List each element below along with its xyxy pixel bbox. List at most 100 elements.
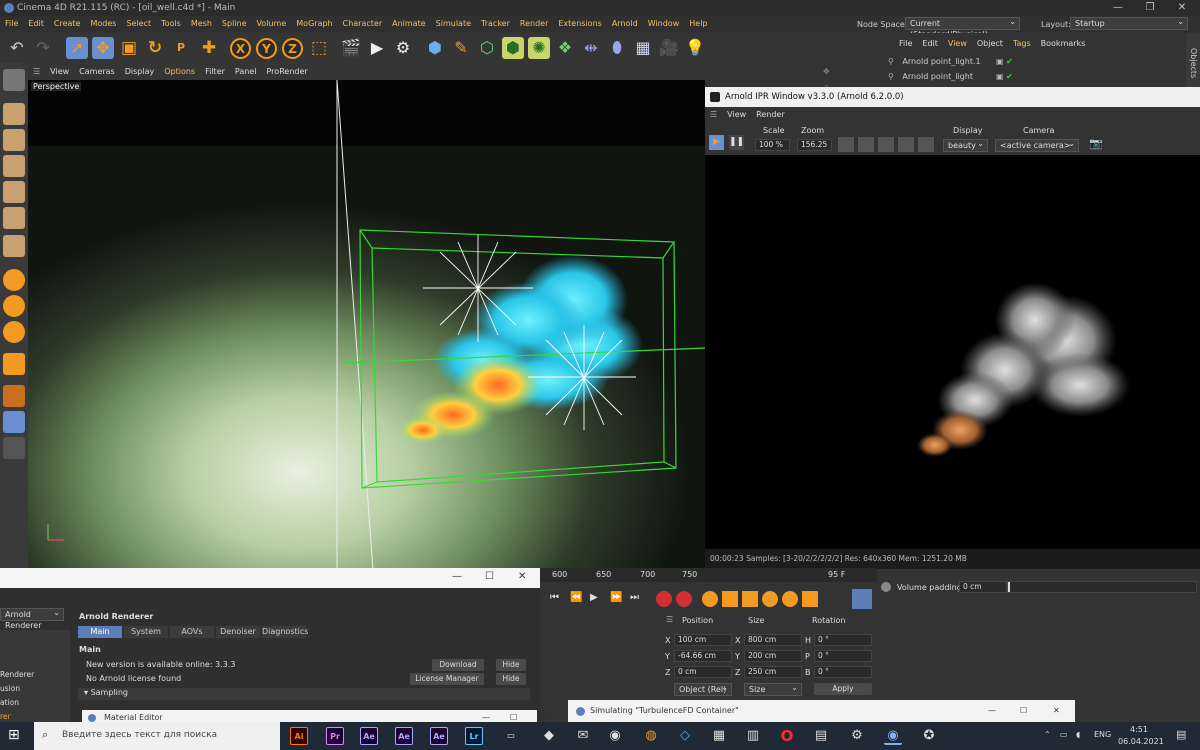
tab-aovs[interactable]: AOVs xyxy=(170,626,214,638)
tray-chevron-icon[interactable]: ⌃ xyxy=(1044,730,1051,739)
coord-hamburger-icon[interactable]: ☰ xyxy=(666,615,673,624)
object-row[interactable]: ⚲ Arnold point_light.1 ▣ ✔ xyxy=(888,55,1178,68)
z-axis-lock-icon[interactable]: Z xyxy=(282,38,303,59)
ipr-menu-render[interactable]: Render xyxy=(751,107,789,123)
file-explorer-icon[interactable]: ▭ xyxy=(502,727,520,745)
mograph-cloner-icon[interactable]: ✺ xyxy=(528,37,550,59)
om-menu-object[interactable]: Object xyxy=(972,37,1008,51)
volume-icon[interactable]: ◖ xyxy=(1076,730,1080,739)
workplane-icon[interactable] xyxy=(3,353,25,375)
om-menu-view[interactable]: View xyxy=(943,37,972,51)
go-to-start-icon[interactable]: ⏮ xyxy=(550,592,559,603)
menu-simulate[interactable]: Simulate xyxy=(431,16,476,32)
record-icon[interactable] xyxy=(656,591,672,607)
ipr-play-icon[interactable]: ▶ xyxy=(709,135,724,150)
menu-character[interactable]: Character xyxy=(338,16,388,32)
steam-icon[interactable]: ⚙ xyxy=(848,727,866,745)
vp-menu-prorender[interactable]: ProRender xyxy=(262,63,313,80)
taskbar-illustrator[interactable]: Ai xyxy=(290,727,308,745)
size-mode-dropdown[interactable]: Size xyxy=(744,682,802,696)
snap-settings-icon[interactable] xyxy=(3,295,25,317)
menu-mesh[interactable]: Mesh xyxy=(186,16,217,32)
scale-field[interactable]: 100 % xyxy=(755,139,790,151)
om-menu-file[interactable]: File xyxy=(894,37,917,51)
tab-denoiser[interactable]: Denoiser xyxy=(216,626,260,638)
go-to-end-icon[interactable]: ⏭ xyxy=(630,592,639,603)
undo-icon[interactable]: ↶ xyxy=(6,37,28,59)
environment-icon[interactable]: ⬮ xyxy=(606,37,628,59)
position-x-field[interactable]: 100 cm xyxy=(674,634,732,646)
rotation-b-field[interactable]: 0 ° xyxy=(814,666,872,678)
app-icon[interactable]: ▦ xyxy=(710,727,728,745)
parameter-key-icon[interactable] xyxy=(782,591,798,607)
perspective-viewport[interactable]: Perspective xyxy=(28,80,705,570)
size-z-field[interactable]: 250 cm xyxy=(744,666,802,678)
snapshot-camera-icon[interactable]: 📷 xyxy=(1089,137,1103,150)
menu-help[interactable]: Help xyxy=(684,16,712,32)
menu-modes[interactable]: Modes xyxy=(85,16,121,32)
vp-menu-display[interactable]: Display xyxy=(120,63,160,80)
zoom-field[interactable]: 156.25 xyxy=(797,139,832,151)
quantize-icon[interactable] xyxy=(3,321,25,343)
menu-arnold[interactable]: Arnold xyxy=(607,16,643,32)
taskbar-premiere[interactable]: Pr xyxy=(326,727,344,745)
layer-check-icon[interactable]: ▣ ✔ xyxy=(996,55,1013,68)
clock-date[interactable]: 06.04.2021 xyxy=(1118,737,1164,746)
app-icon[interactable]: ▤ xyxy=(812,727,830,745)
points-mode-icon[interactable] xyxy=(3,155,25,177)
menu-render[interactable]: Render xyxy=(515,16,553,32)
camera-icon[interactable]: 🎥 xyxy=(658,37,680,59)
rotate-tool-icon[interactable]: ↻ xyxy=(144,37,166,59)
coordinate-mode-dropdown[interactable]: Object (Rel) xyxy=(674,682,732,696)
om-menu-tags[interactable]: Tags xyxy=(1008,37,1036,51)
minimize-icon[interactable]: — xyxy=(988,700,996,722)
windows-start-icon[interactable]: ⊞ xyxy=(8,727,20,743)
recent-tools-icon[interactable]: P xyxy=(170,37,192,59)
scale-tool-icon[interactable]: ▣ xyxy=(118,37,140,59)
close-icon[interactable]: ✕ xyxy=(1053,700,1060,722)
display-dropdown[interactable]: beauty xyxy=(943,138,988,152)
app-icon[interactable]: ◇ xyxy=(676,727,694,745)
generator-icon[interactable]: ⬢ xyxy=(502,37,524,59)
spline-pen-icon[interactable]: ✎ xyxy=(450,37,472,59)
light-icon[interactable]: 💡 xyxy=(684,37,706,59)
sidebar-item[interactable]: ation xyxy=(0,698,19,707)
texture-mode-icon[interactable] xyxy=(3,129,25,151)
animate-parameter-icon[interactable] xyxy=(881,582,891,592)
x-axis-lock-icon[interactable]: X xyxy=(230,38,251,59)
symmetry-icon[interactable] xyxy=(3,437,25,459)
minimize-icon[interactable]: — xyxy=(452,571,462,582)
menu-select[interactable]: Select xyxy=(121,16,156,32)
tab-diagnostics[interactable]: Diagnostics xyxy=(262,626,308,638)
field-icon[interactable]: ⇹ xyxy=(580,37,602,59)
compare-icon[interactable] xyxy=(898,137,914,152)
region-render-icon[interactable] xyxy=(838,137,854,152)
next-keyframe-icon[interactable]: ⏩ xyxy=(610,592,622,603)
rotation-h-field[interactable]: 0 ° xyxy=(814,634,872,646)
size-y-field[interactable]: 200 cm xyxy=(744,650,802,662)
tab-system[interactable]: System xyxy=(124,626,168,638)
grid-icon[interactable] xyxy=(878,137,894,152)
hide-button[interactable]: Hide xyxy=(496,673,526,685)
play-icon[interactable]: ▶ xyxy=(590,592,598,603)
menu-edit[interactable]: Edit xyxy=(23,16,49,32)
taskbar-search-box[interactable]: ⌕ Введите здесь текст для поиска xyxy=(34,722,280,750)
current-frame[interactable]: 95 F xyxy=(828,570,845,579)
sampling-group[interactable]: ▾ Sampling xyxy=(78,688,530,700)
volume-padding-slider[interactable] xyxy=(1007,581,1197,593)
app-icon[interactable]: ✉ xyxy=(574,727,592,745)
vp-menu-options[interactable]: Options xyxy=(159,63,200,80)
menu-animate[interactable]: Animate xyxy=(387,16,431,32)
previous-keyframe-icon[interactable]: ⏪ xyxy=(570,592,582,603)
render-view-icon[interactable]: 🎬 xyxy=(340,37,362,59)
menu-tools[interactable]: Tools xyxy=(156,16,186,32)
sidebar-item[interactable]: Renderer xyxy=(0,670,34,679)
menu-file[interactable]: File xyxy=(0,16,23,32)
sidebar-item[interactable]: usion xyxy=(0,684,20,693)
scale-key-icon[interactable] xyxy=(742,591,758,607)
rotation-p-field[interactable]: 0 ° xyxy=(814,650,872,662)
deformer-icon[interactable]: ❖ xyxy=(554,37,576,59)
brush-icon[interactable] xyxy=(918,137,934,152)
network-icon[interactable]: ▭ xyxy=(1060,730,1068,739)
hide-button[interactable]: Hide xyxy=(496,659,526,671)
